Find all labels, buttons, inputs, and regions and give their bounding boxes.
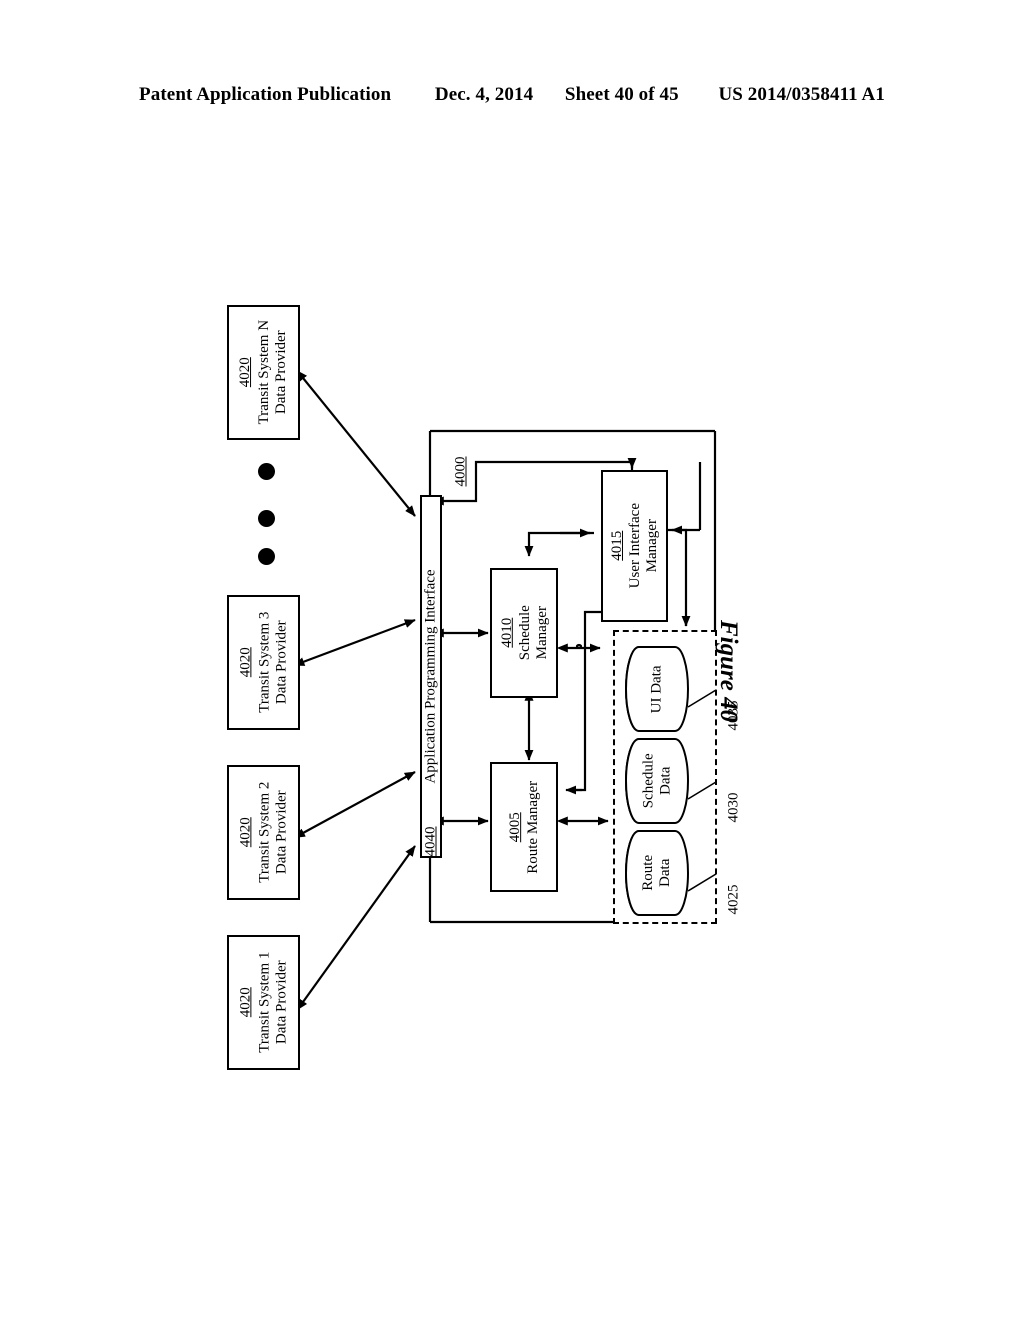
application-programming-interface: Application Programming Interface xyxy=(420,495,442,858)
ui-data-store: UI Data xyxy=(625,645,689,733)
schedule-data-ref: 4030 xyxy=(725,792,742,823)
arrow-provider-2-api xyxy=(294,771,416,838)
provider-3-line1: Transit System 3 xyxy=(256,611,273,714)
provider-3-ref: 4020 xyxy=(237,647,254,678)
arrow-provider-1-api xyxy=(297,845,416,1011)
api-label: Application Programming Interface xyxy=(422,569,439,784)
route-manager-ref: 4005 xyxy=(506,812,523,843)
page-header: Patent Application Publication Dec. 4, 2… xyxy=(0,84,1024,106)
ellipsis-dot-1 xyxy=(258,463,275,480)
line-hop-schedule xyxy=(576,643,582,649)
transit-system-n-data-provider: 4020 Transit System N Data Provider xyxy=(227,305,300,440)
ui-data-ref: 4035 xyxy=(725,700,742,731)
ellipsis-dot-2 xyxy=(258,510,275,527)
provider-2-ref: 4020 xyxy=(237,817,254,848)
provider-2-line1: Transit System 2 xyxy=(256,781,273,884)
transit-system-1-data-provider: 4020 Transit System 1 Data Provider xyxy=(227,935,300,1070)
ellipsis-dot-3 xyxy=(258,548,275,565)
schedule-manager-line1: Schedule xyxy=(516,605,533,661)
path-ui-manager-to-storage xyxy=(668,528,688,626)
path-branch-schedule-ui xyxy=(527,531,594,535)
route-data-store: Route Data xyxy=(625,829,689,917)
header-date: Dec. 4, 2014 xyxy=(434,84,534,105)
provider-1-line2: Data Provider xyxy=(272,960,289,1045)
provider-3-line2: Data Provider xyxy=(272,620,289,705)
arrow-provider-n-api xyxy=(296,370,416,517)
arrow-provider-3-api xyxy=(293,618,416,666)
path-feed-down-to-route-manager xyxy=(568,660,587,792)
route-manager: 4005 Route Manager xyxy=(490,762,558,892)
ui-manager-line2: Manager xyxy=(643,519,660,573)
provider-2-line2: Data Provider xyxy=(272,790,289,875)
provider-1-ref: 4020 xyxy=(237,987,254,1018)
provider-n-ref: 4020 xyxy=(237,357,254,388)
schedule-manager-line2: Manager xyxy=(532,606,549,660)
transit-system-3-data-provider: 4020 Transit System 3 Data Provider xyxy=(227,595,300,730)
provider-n-line1: Transit System N xyxy=(256,320,273,425)
user-interface-manager: 4015 User Interface Manager xyxy=(601,470,668,622)
header-doc-number: US 2014/0358411 A1 xyxy=(718,84,885,105)
header-publication: Patent Application Publication xyxy=(139,84,392,105)
transit-system-2-data-provider: 4020 Transit System 2 Data Provider xyxy=(227,765,300,900)
header-sheet: Sheet 40 of 45 xyxy=(564,84,679,105)
route-manager-line1: Route Manager xyxy=(524,780,541,874)
ui-manager-line1: User Interface xyxy=(626,503,643,589)
provider-1-line1: Transit System 1 xyxy=(256,951,273,1054)
schedule-manager: 4010 Schedule Manager xyxy=(490,568,558,698)
schedule-manager-ref: 4010 xyxy=(498,618,515,648)
system-ref-4000: 4000 xyxy=(452,456,469,487)
api-ref: 4040 xyxy=(422,826,439,857)
provider-n-line2: Data Provider xyxy=(272,330,289,415)
ui-manager-ref: 4015 xyxy=(608,531,625,561)
schedule-data-store: Schedule Data xyxy=(625,737,689,825)
route-data-ref: 4025 xyxy=(725,884,742,915)
